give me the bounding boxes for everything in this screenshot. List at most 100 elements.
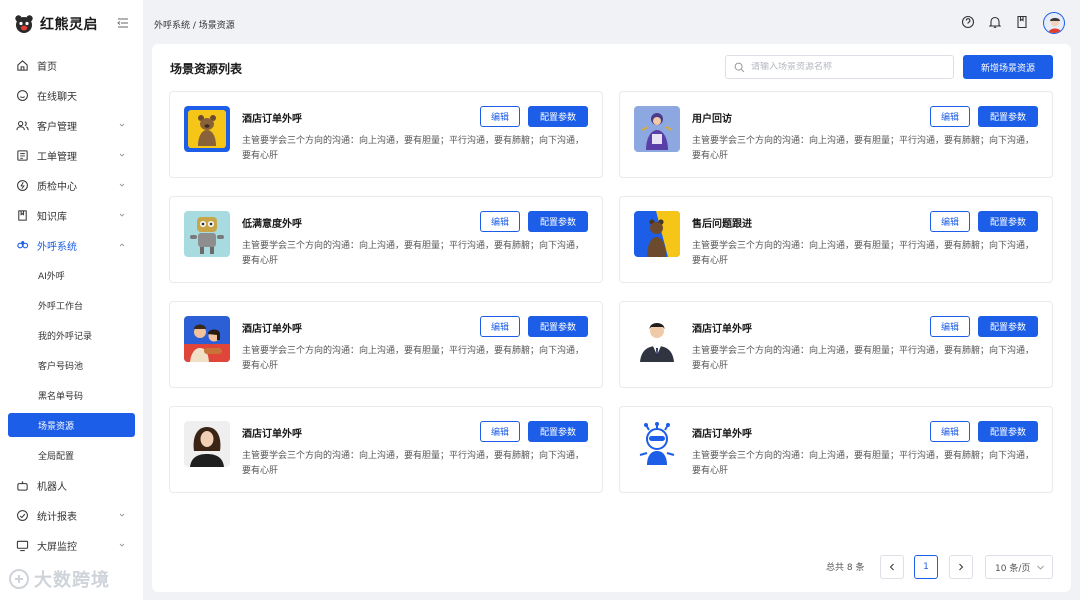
businessman-illustration-icon xyxy=(640,323,674,362)
menu-collapse-icon[interactable] xyxy=(117,17,129,29)
scene-thumbnail[interactable] xyxy=(184,211,230,257)
sidebar-item-home[interactable]: 首页 xyxy=(0,50,143,80)
chevron-down-icon xyxy=(119,123,125,127)
scene-card-title: 酒店订单外呼 xyxy=(692,324,752,335)
edit-button[interactable]: 编辑 xyxy=(480,106,520,127)
edit-button[interactable]: 编辑 xyxy=(480,211,520,232)
cartoon-character-icon xyxy=(639,422,675,465)
user-avatar-icon xyxy=(1047,17,1063,33)
robot-character-icon xyxy=(190,217,224,254)
edit-button[interactable]: 编辑 xyxy=(930,106,970,127)
scene-card-description: 主管要学会三个方向的沟通：向上沟通，要有胆量；平行沟通，要有肺腑；向下沟通，要有… xyxy=(242,241,585,266)
sidebar-item-robot[interactable]: 机器人 xyxy=(0,470,143,500)
chevron-down-icon xyxy=(119,543,125,547)
sidebar-subitem-global-config[interactable]: 全局配置 xyxy=(0,440,143,470)
robot-icon xyxy=(17,480,28,491)
scene-resource-grid: 酒店订单外呼 编辑 配置参数 主管要学会三个方向的沟通：向上沟通，要有胆量；平行… xyxy=(169,91,1053,493)
search-input[interactable] xyxy=(751,62,941,72)
edit-button[interactable]: 编辑 xyxy=(480,421,520,442)
sidebar-item-label: 大屏监控 xyxy=(37,541,77,553)
sidebar-subitem-my-outbound-records[interactable]: 我的外呼记录 xyxy=(0,320,143,350)
scene-thumbnail[interactable] xyxy=(184,316,230,362)
page-size-select[interactable]: 10 条/页 xyxy=(985,555,1053,579)
help-icon[interactable] xyxy=(961,15,975,29)
scene-thumbnail[interactable] xyxy=(634,421,680,467)
scene-card: 酒店订单外呼 编辑 配置参数 主管要学会三个方向的沟通：向上沟通，要有胆量；平行… xyxy=(619,301,1053,388)
sidebar-item-label: 知识库 xyxy=(37,211,67,223)
sidebar-item-label: 外呼系统 xyxy=(37,241,77,253)
sidebar-item-monitor[interactable]: 大屏监控 xyxy=(0,530,143,560)
book-icon xyxy=(18,209,27,221)
avatar[interactable] xyxy=(1043,12,1065,34)
outbound-icon xyxy=(17,240,29,248)
sidebar-item-tickets[interactable]: 工单管理 xyxy=(0,140,143,170)
configure-params-button[interactable]: 配置参数 xyxy=(528,316,588,337)
sidebar-item-label: 在线聊天 xyxy=(37,91,77,103)
top-bar: 外呼系统 / 场景资源 xyxy=(143,0,1080,48)
edit-button[interactable]: 编辑 xyxy=(930,316,970,337)
sidebar-item-label: 质检中心 xyxy=(37,181,77,193)
sidebar-subitem-customer-number-pool[interactable]: 客户号码池 xyxy=(0,350,143,380)
next-page-button[interactable] xyxy=(949,555,973,579)
couple-illustration-icon xyxy=(184,324,230,362)
watermark-text: 大数跨境 xyxy=(34,570,110,591)
chat-icon xyxy=(17,89,28,101)
sidebar-item-knowledge[interactable]: 知识库 xyxy=(0,200,143,230)
scene-card: 酒店订单外呼 编辑 配置参数 主管要学会三个方向的沟通：向上沟通，要有胆量；平行… xyxy=(619,406,1053,493)
sidebar-item-stats[interactable]: 统计报表 xyxy=(0,500,143,530)
scene-card-title: 用户回访 xyxy=(692,114,732,125)
edit-button[interactable]: 编辑 xyxy=(930,421,970,442)
main-panel: 场景资源列表 新增场景资源 酒店订单外呼 编辑 配置参数 主管要学会三个方向的沟… xyxy=(152,44,1071,592)
scene-card-description: 主管要学会三个方向的沟通：向上沟通，要有胆量；平行沟通，要有肺腑；向下沟通，要有… xyxy=(692,451,1035,476)
scene-card: 酒店订单外呼 编辑 配置参数 主管要学会三个方向的沟通：向上沟通，要有胆量；平行… xyxy=(169,91,603,178)
scene-card-description: 主管要学会三个方向的沟通：向上沟通，要有胆量；平行沟通，要有肺腑；向下沟通，要有… xyxy=(692,136,1035,161)
sidebar-subitem-blacklist[interactable]: 黑名单号码 xyxy=(0,380,143,410)
configure-params-button[interactable]: 配置参数 xyxy=(528,106,588,127)
pagination-total: 总共 8 条 xyxy=(826,563,865,573)
sidebar-subitem-ai-outbound[interactable]: AI外呼 xyxy=(0,260,143,290)
sidebar-item-chat[interactable]: 在线聊天 xyxy=(0,80,143,110)
sidebar-item-outbound[interactable]: 外呼系统 xyxy=(0,230,143,260)
warrior-character-icon xyxy=(641,113,673,150)
document-icon[interactable] xyxy=(1015,15,1029,29)
sidebar-item-customers[interactable]: 客户管理 xyxy=(0,110,143,140)
scene-thumbnail[interactable] xyxy=(184,106,230,152)
edit-button[interactable]: 编辑 xyxy=(480,316,520,337)
sidebar-item-label: 首页 xyxy=(37,61,57,73)
logo[interactable]: 红熊灵启 xyxy=(0,0,143,48)
configure-params-button[interactable]: 配置参数 xyxy=(528,211,588,232)
scene-thumbnail[interactable] xyxy=(634,211,680,257)
scene-card-description: 主管要学会三个方向的沟通：向上沟通，要有胆量；平行沟通，要有肺腑；向下沟通，要有… xyxy=(242,346,585,371)
scene-thumbnail[interactable] xyxy=(184,421,230,467)
configure-params-button[interactable]: 配置参数 xyxy=(978,316,1038,337)
bear-logo-icon xyxy=(15,15,33,33)
scene-card: 酒店订单外呼 编辑 配置参数 主管要学会三个方向的沟通：向上沟通，要有胆量；平行… xyxy=(169,406,603,493)
scene-card: 售后问题跟进 编辑 配置参数 主管要学会三个方向的沟通：向上沟通，要有胆量；平行… xyxy=(619,196,1053,283)
scene-thumbnail[interactable] xyxy=(634,106,680,152)
add-scene-resource-button[interactable]: 新增场景资源 xyxy=(963,55,1053,79)
woman-portrait-icon xyxy=(190,427,224,467)
search-box[interactable] xyxy=(725,55,954,79)
chevron-down-icon xyxy=(119,213,125,217)
scene-thumbnail[interactable] xyxy=(634,316,680,362)
watermark-logo-icon xyxy=(9,569,29,589)
quality-icon xyxy=(17,179,28,191)
prev-page-button[interactable] xyxy=(880,555,904,579)
bell-icon[interactable] xyxy=(988,15,1002,29)
sidebar-subitem-scene-resources[interactable]: 场景资源 xyxy=(8,413,135,437)
edit-button[interactable]: 编辑 xyxy=(930,211,970,232)
configure-params-button[interactable]: 配置参数 xyxy=(978,211,1038,232)
logo-text: 红熊灵启 xyxy=(40,17,98,33)
sidebar-item-quality[interactable]: 质检中心 xyxy=(0,170,143,200)
monitor-icon xyxy=(16,540,29,551)
sidebar-subitem-outbound-workbench[interactable]: 外呼工作台 xyxy=(0,290,143,320)
scene-card-description: 主管要学会三个方向的沟通：向上沟通，要有胆量；平行沟通，要有肺腑；向下沟通，要有… xyxy=(692,241,1035,266)
configure-params-button[interactable]: 配置参数 xyxy=(528,421,588,442)
sidebar-menu: 首页 在线聊天 客户管理 工单管理 质检中心 知识库 外呼系统 AI外呼 外呼工… xyxy=(0,48,143,560)
search-icon xyxy=(734,62,745,72)
configure-params-button[interactable]: 配置参数 xyxy=(978,106,1038,127)
chevron-down-icon xyxy=(119,153,125,157)
page-number-button[interactable]: 1 xyxy=(914,555,938,579)
configure-params-button[interactable]: 配置参数 xyxy=(978,421,1038,442)
chevron-down-icon xyxy=(1037,565,1044,570)
